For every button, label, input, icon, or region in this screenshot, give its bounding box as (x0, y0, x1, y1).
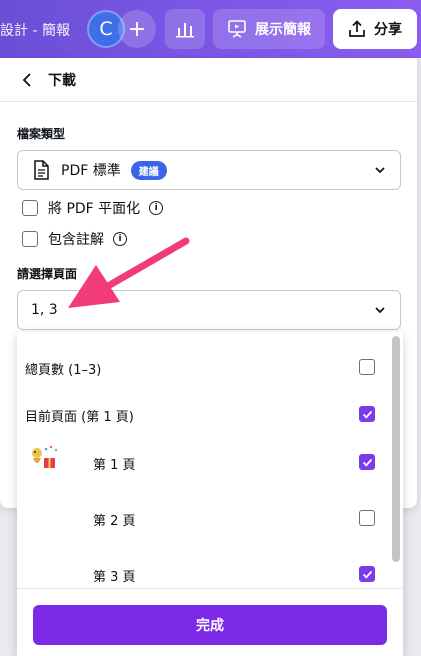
chevron-down-icon (375, 307, 385, 314)
presentation-icon (228, 20, 246, 38)
list-item[interactable]: 第 3 頁 (17, 563, 387, 587)
back-icon[interactable] (18, 71, 36, 89)
share-label: 分享 (374, 22, 402, 38)
bar-chart-icon (176, 23, 194, 38)
dropdown-scrollbar[interactable] (392, 336, 400, 562)
flatten-pdf-checkbox[interactable] (22, 200, 38, 216)
chevron-down-icon (375, 167, 385, 174)
flatten-pdf-label: 將 PDF 平面化 (48, 201, 141, 217)
add-collaborator-button[interactable]: + (118, 10, 156, 48)
insights-button[interactable] (165, 9, 205, 49)
include-comments-label: 包含註解 (48, 232, 104, 248)
all-pages-label: 總頁數 (1–3) (25, 362, 102, 378)
panel-title: 下載 (48, 72, 76, 89)
include-comments-option: 包含註解 i (22, 229, 127, 249)
include-comments-checkbox[interactable] (22, 231, 38, 247)
select-pages-dropdown[interactable]: 1, 3 (17, 290, 401, 330)
check-icon (362, 570, 372, 579)
recommended-badge: 建議 (130, 160, 167, 180)
file-type-select[interactable]: PDF 標準 建議 (17, 150, 401, 190)
current-page-label: 目前頁面 (第 1 頁) (25, 409, 134, 425)
share-button[interactable]: 分享 (333, 9, 417, 49)
list-item[interactable]: 第 1 頁 (17, 451, 387, 475)
check-icon (362, 458, 372, 467)
done-button[interactable]: 完成 (33, 605, 387, 645)
page-3-checkbox[interactable] (359, 566, 375, 582)
document-icon (34, 160, 49, 180)
current-page-checkbox[interactable] (359, 406, 375, 422)
check-icon (362, 410, 372, 419)
page-2-checkbox[interactable] (359, 510, 375, 526)
list-item[interactable]: 目前頁面 (第 1 頁) (17, 403, 387, 427)
page-1-label: 第 1 頁 (93, 457, 136, 473)
present-label: 展示簡報 (255, 22, 311, 38)
page-3-label: 第 3 頁 (93, 569, 136, 585)
flatten-pdf-option: 將 PDF 平面化 i (22, 198, 164, 218)
list-item[interactable]: 第 2 頁 (17, 507, 387, 531)
select-pages-label: 請選擇頁面 (17, 267, 78, 281)
all-pages-checkbox[interactable] (359, 359, 375, 375)
dropdown-footer: 完成 (17, 588, 403, 656)
selected-pages-value: 1, 3 (31, 302, 58, 318)
list-item[interactable]: 總頁數 (1–3) (17, 356, 387, 380)
file-type-value: PDF 標準 (61, 163, 121, 179)
present-button[interactable]: 展示簡報 (213, 9, 325, 49)
info-icon[interactable]: i (149, 201, 164, 215)
page-2-label: 第 2 頁 (93, 513, 136, 529)
page-1-checkbox[interactable] (359, 454, 375, 470)
info-icon[interactable]: i (113, 232, 127, 246)
panel-header: 下載 (0, 58, 417, 102)
document-title[interactable]: 設計 - 簡報 (0, 20, 70, 40)
editor-top-bar: 設計 - 簡報 C + 展示簡報 分享 (0, 0, 421, 58)
file-type-label: 檔案類型 (17, 127, 66, 141)
upload-share-icon (349, 20, 365, 37)
